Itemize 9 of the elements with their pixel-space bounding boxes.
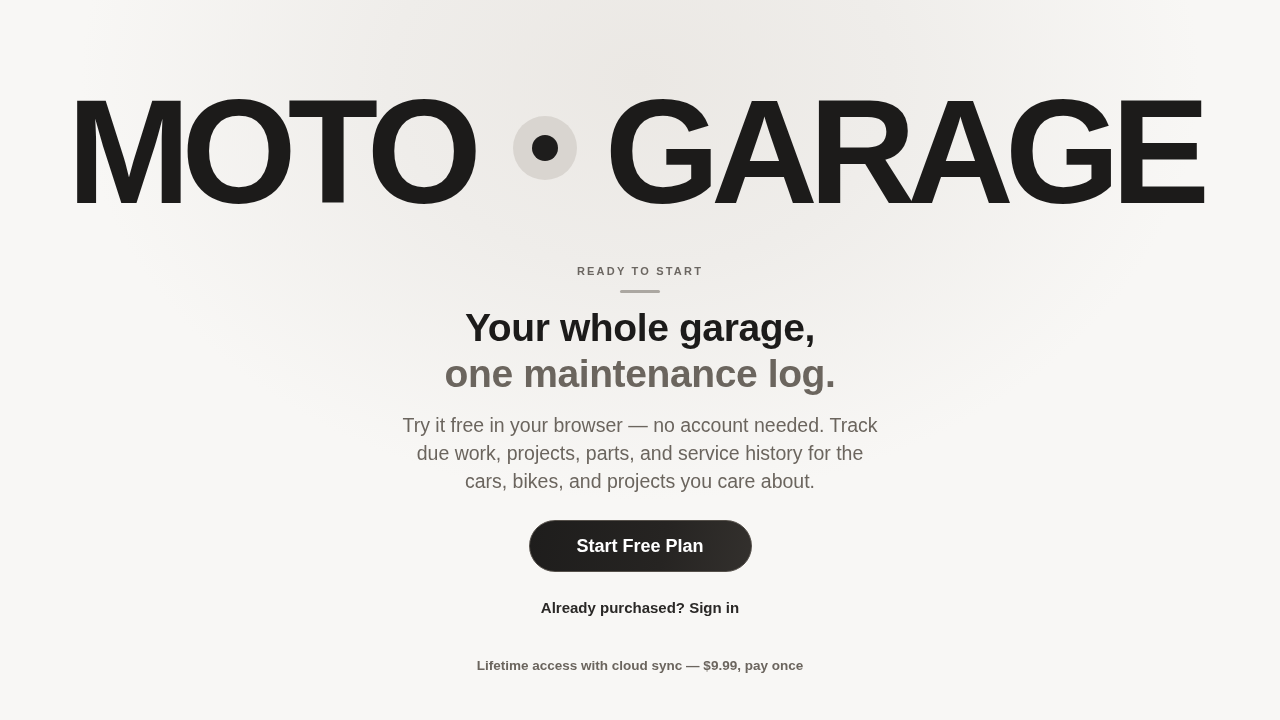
eyebrow-label: READY TO START: [576, 264, 704, 278]
pricing-note: Lifetime access with cloud sync — $9.99, pay once: [476, 657, 804, 675]
dot-icon: [512, 116, 577, 180]
headline: Your whole garage, one maintenance log.: [444, 305, 836, 397]
brand-word: GARAGE: [604, 78, 1203, 226]
sign-in-link[interactable]: Already purchased? Sign in: [540, 598, 740, 618]
description-text: Try it free in your browser — no account needed. Track due work, projects, parts, and service history for the cars, bikes, and projects you care about.: [401, 413, 879, 494]
start-free-plan-button[interactable]: Start Free Plan: [528, 520, 752, 572]
brand-word: MOTO: [67, 78, 475, 226]
